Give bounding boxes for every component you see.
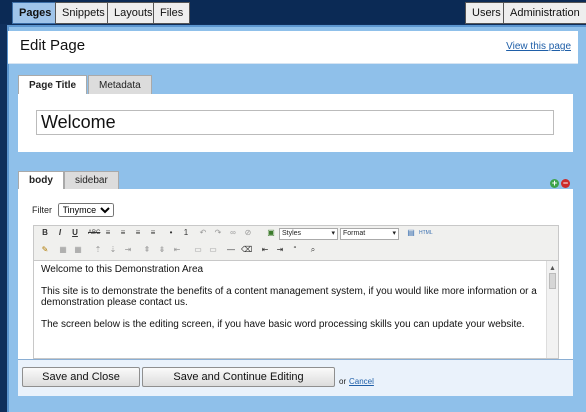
format-select[interactable]: Format ▾ <box>340 228 399 240</box>
page-header: Edit Page View this page <box>8 31 578 64</box>
redo-icon[interactable]: ↷ <box>213 228 223 238</box>
row-append-icon[interactable]: ⇣ <box>108 245 118 255</box>
format-label: Format <box>343 230 366 237</box>
table-props-icon[interactable]: ▦ <box>73 245 83 255</box>
editor-scrollbar[interactable]: ▲ <box>546 261 558 358</box>
top-navigation: Pages Snippets Layouts Files Users Admin… <box>0 0 586 24</box>
horizontal-rule-icon[interactable]: — <box>226 245 236 255</box>
tab-body[interactable]: body <box>18 171 64 190</box>
title-panel <box>18 94 573 152</box>
tab-sidebar[interactable]: sidebar <box>64 171 119 190</box>
format-dropdown-icon: ▾ <box>392 230 396 237</box>
bold-icon[interactable]: B <box>40 228 50 238</box>
page-title: Edit Page <box>20 37 86 54</box>
tab-administration[interactable]: Administration <box>503 2 586 24</box>
align-right-icon[interactable]: ≡ <box>133 228 143 238</box>
styles-select[interactable]: Styles ▾ <box>279 228 338 240</box>
edit-icon[interactable]: ✎ <box>40 245 50 255</box>
find-replace-icon[interactable]: ⌕ <box>308 245 318 255</box>
strikethrough-icon[interactable]: ABC <box>88 228 100 238</box>
numbered-list-icon[interactable]: 1 <box>181 228 191 238</box>
col-delete-icon[interactable]: ⇤ <box>172 245 182 255</box>
code-view-icon[interactable]: ▤ <box>406 228 416 238</box>
align-justify-icon[interactable]: ≡ <box>148 228 158 238</box>
view-page-link[interactable]: View this page <box>506 41 571 52</box>
unlink-icon[interactable]: ⊘ <box>243 228 253 238</box>
filter-label: Filter <box>32 205 52 215</box>
styles-label: Styles <box>282 230 302 237</box>
editor-panel: Filter Tinymce B I U ABC ≡ ≡ ≡ ≡ • 1 ↶ ↷… <box>18 189 573 359</box>
table-icon[interactable]: ▦ <box>58 245 68 255</box>
image-icon[interactable]: ▣ <box>266 228 276 238</box>
tab-files[interactable]: Files <box>153 2 191 24</box>
page-title-input[interactable] <box>36 110 554 135</box>
italic-icon[interactable]: I <box>55 228 65 238</box>
link-icon[interactable]: ∞ <box>228 228 238 238</box>
content-heading: Welcome to this Demonstration Area <box>41 264 204 275</box>
split-cells-icon[interactable]: ▭ <box>208 245 218 255</box>
outdent-icon[interactable]: ⇤ <box>260 245 270 255</box>
styles-dropdown-icon: ▾ <box>331 230 335 237</box>
align-left-icon[interactable]: ≡ <box>103 228 113 238</box>
undo-icon[interactable]: ↶ <box>198 228 208 238</box>
save-and-continue-button[interactable]: Save and Continue Editing <box>142 367 335 387</box>
row-delete-icon[interactable]: ⇥ <box>123 245 133 255</box>
tab-pages[interactable]: Pages <box>12 2 59 24</box>
add-part-icon[interactable]: + <box>550 179 559 188</box>
filter-row: Filter Tinymce <box>32 203 114 217</box>
bullet-list-icon[interactable]: • <box>166 228 176 238</box>
html-icon[interactable]: HTML <box>419 228 433 238</box>
indent-icon[interactable]: ⇥ <box>275 245 285 255</box>
action-bar: Save and Close Save and Continue Editing… <box>18 359 573 396</box>
merge-cells-icon[interactable]: ▭ <box>193 245 203 255</box>
remove-format-icon[interactable]: ⌫ <box>241 245 252 255</box>
tab-users[interactable]: Users <box>465 2 508 24</box>
editor-content[interactable]: Welcome to this Demonstration Area This … <box>33 261 559 359</box>
col-append-icon[interactable]: ⇟ <box>157 245 167 255</box>
row-insert-icon[interactable]: ⇡ <box>93 245 103 255</box>
or-text: or <box>339 377 347 386</box>
scroll-thumb[interactable] <box>549 273 556 289</box>
col-insert-icon[interactable]: ⇞ <box>142 245 152 255</box>
editor-toolbar: B I U ABC ≡ ≡ ≡ ≡ • 1 ↶ ↷ ∞ ⊘ ▣ Styles ▾ … <box>33 225 559 261</box>
content-paragraph-1: This site is to demonstrate the benefits… <box>41 286 537 308</box>
save-and-close-button[interactable]: Save and Close <box>22 367 140 387</box>
tab-snippets[interactable]: Snippets <box>55 2 112 24</box>
align-center-icon[interactable]: ≡ <box>118 228 128 238</box>
tab-page-title[interactable]: Page Title <box>18 75 88 95</box>
tab-layouts[interactable]: Layouts <box>107 2 160 24</box>
tab-metadata[interactable]: Metadata <box>88 75 152 95</box>
blockquote-icon[interactable]: “ <box>290 245 300 255</box>
filter-select[interactable]: Tinymce <box>57 203 114 217</box>
remove-part-icon[interactable]: − <box>561 179 570 188</box>
content-paragraph-2: The screen below is the editing screen, … <box>41 319 525 330</box>
underline-icon[interactable]: U <box>70 228 80 238</box>
cancel-link[interactable]: Cancel <box>349 377 374 386</box>
